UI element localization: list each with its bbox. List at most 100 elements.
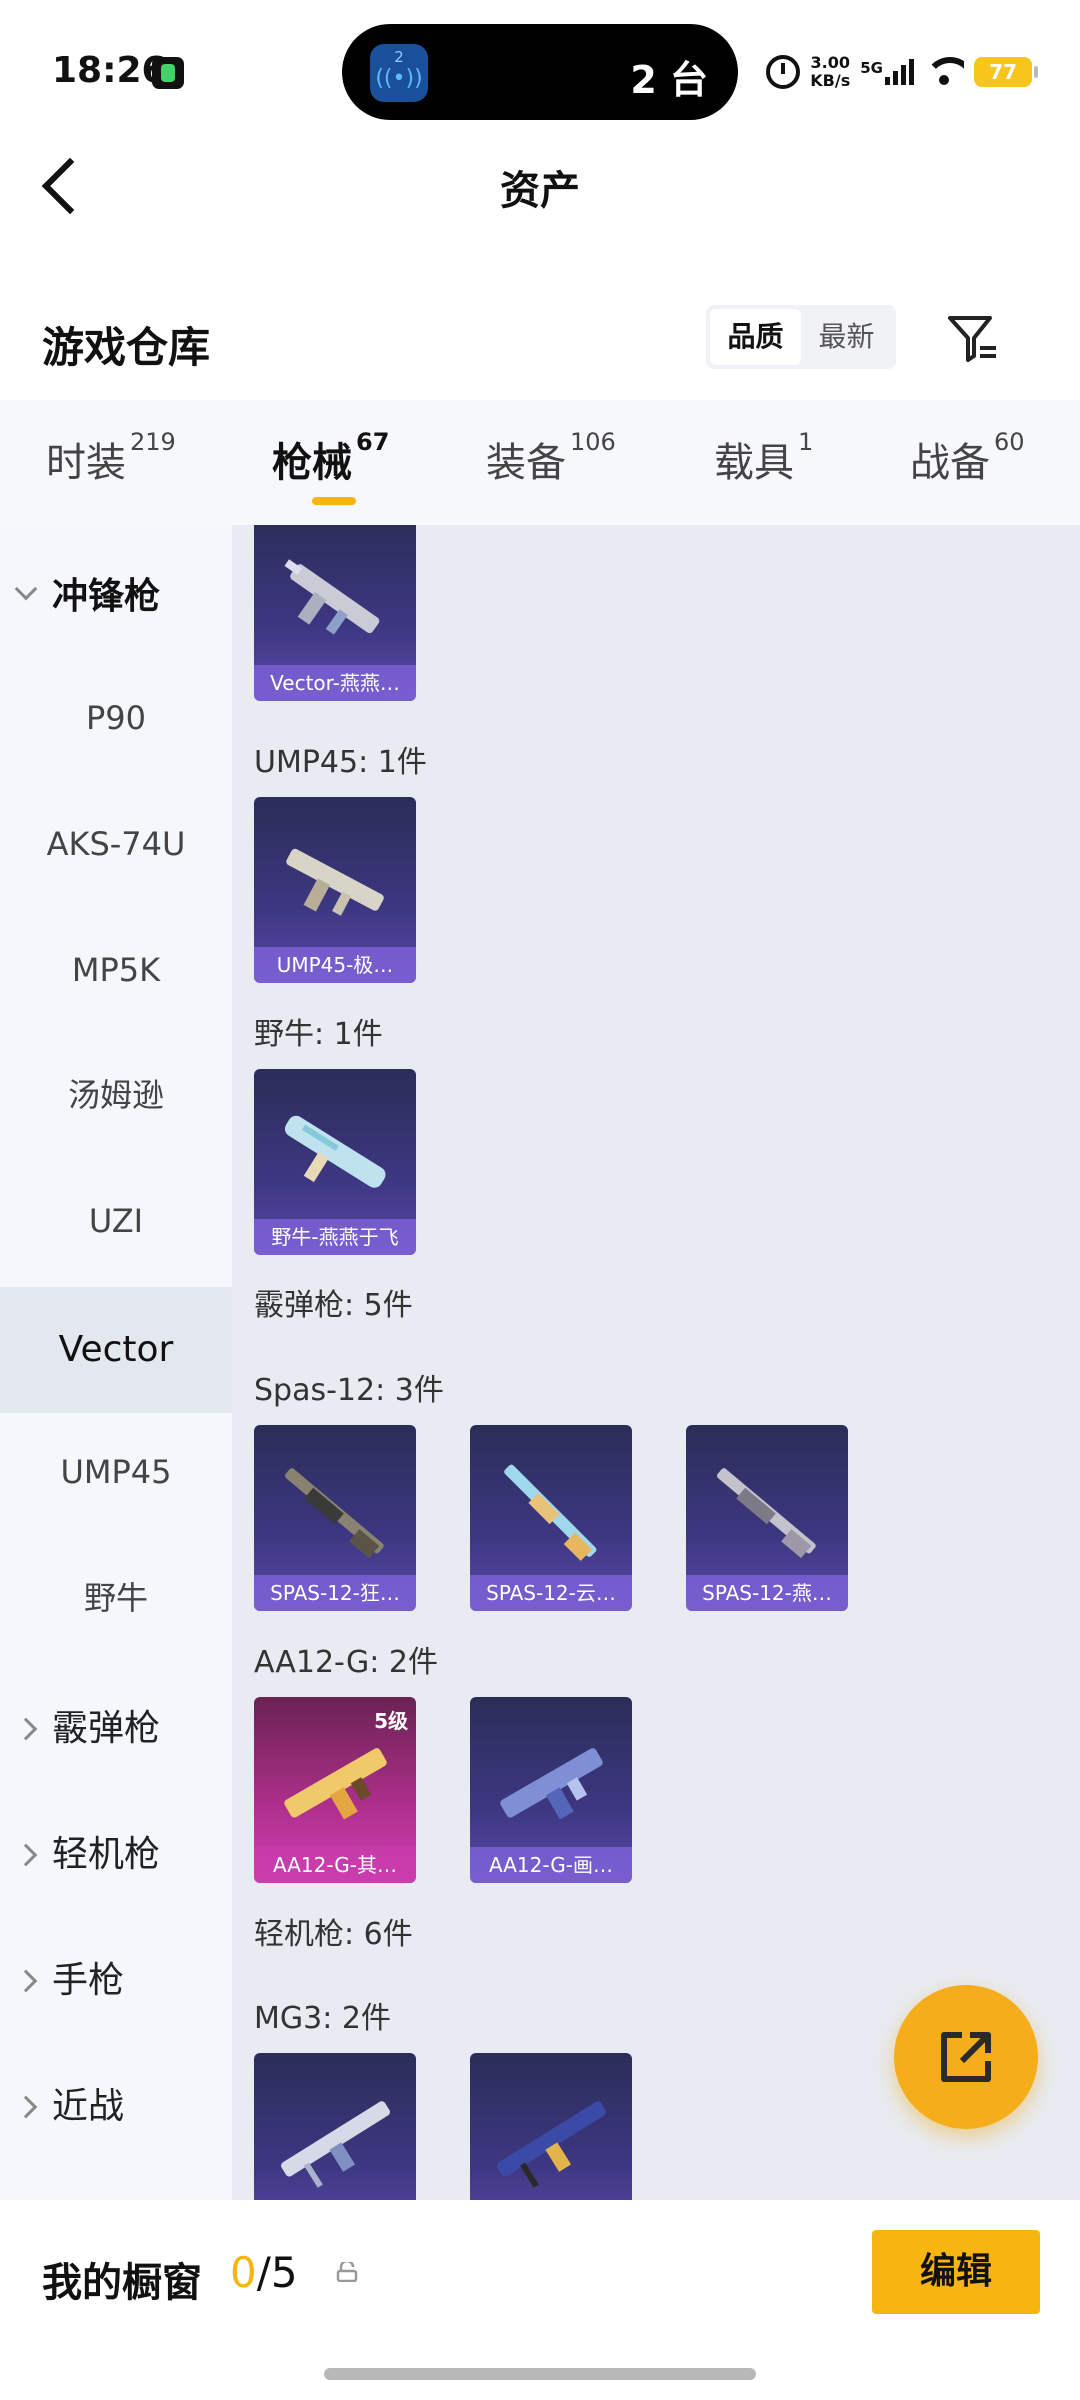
sidebar-item-mp5k[interactable]: MP5K: [0, 945, 232, 995]
weapon-card[interactable]: [470, 2053, 632, 2200]
group-label: 野牛: 1件: [254, 1017, 383, 1052]
weapon-card-label: UMP45-极…: [254, 947, 416, 983]
signal-icon: 5G: [860, 59, 914, 85]
weapon-card[interactable]: 野牛-燕燕于飞: [254, 1069, 416, 1255]
shotgun-icon: [284, 1748, 387, 1820]
page-title: 资产: [500, 168, 580, 214]
weapon-card[interactable]: SPAS-12-狂…: [254, 1425, 416, 1611]
sidebar-item-label: 轻机枪: [52, 1834, 161, 1875]
shotgun-icon: [504, 1464, 597, 1561]
sidebar-item-bison[interactable]: 野牛: [0, 1573, 232, 1623]
weapon-card[interactable]: 5级 AA12-G-其…: [254, 1697, 416, 1883]
weapon-card[interactable]: [254, 2053, 416, 2200]
sidebar-item-aks74u[interactable]: AKS-74U: [0, 819, 232, 869]
sidebar-item-uzi[interactable]: UZI: [0, 1196, 232, 1246]
group-label: MG3: 2件: [254, 2001, 391, 2036]
tab-equipment[interactable]: 装备 106: [486, 428, 616, 488]
tab-label: 载具: [714, 440, 794, 486]
tab-label: 枪械: [272, 440, 352, 486]
lmg-icon: [281, 2101, 390, 2188]
island-text: 2 台: [630, 58, 708, 102]
tab-count: 106: [570, 428, 616, 456]
weapon-card[interactable]: Vector-燕燕…: [254, 525, 416, 701]
tab-count: 60: [994, 428, 1025, 456]
lock-icon: [336, 2262, 358, 2282]
shotgun-icon: [716, 1468, 816, 1559]
active-tab-indicator: [312, 497, 356, 505]
status-icons: 3.00 KB/s 5G 77: [766, 50, 1038, 94]
filter-icon[interactable]: [944, 310, 1000, 366]
sidebar-category-pistol[interactable]: 手枪: [0, 1951, 232, 2011]
tab-count: 1: [798, 428, 814, 456]
network-type: 5G: [860, 59, 883, 77]
tab-label: 装备: [486, 440, 566, 486]
sidebar-category-melee[interactable]: 近战: [0, 2077, 232, 2137]
shotgun-icon: [500, 1748, 603, 1820]
island-badge: 2: [394, 48, 404, 66]
showcase-label: 我的橱窗: [42, 2260, 202, 2306]
sidebar-item-ump45[interactable]: UMP45: [0, 1447, 232, 1497]
dynamic-island[interactable]: 2 ((•)) 2 台: [342, 24, 738, 120]
sort-toggle: 品质 最新: [706, 305, 896, 369]
chevron-right-icon: [14, 2095, 38, 2119]
status-bar: 18:26 2 ((•)) 2 台 3.00 KB/s 5G 77: [0, 0, 1080, 140]
broadcast-icon: 2 ((•)): [370, 44, 428, 102]
tab-vehicles[interactable]: 载具 1: [714, 428, 814, 488]
sidebar-item-vector[interactable]: Vector: [0, 1287, 232, 1413]
category-tabs: 时装 219 枪械 67 装备 106 载具 1 战备 60: [0, 400, 1080, 525]
status-time: 18:26: [52, 50, 167, 91]
tab-firearms[interactable]: 枪械 67: [272, 428, 390, 488]
weapon-card[interactable]: SPAS-12-燕…: [686, 1425, 848, 1611]
chevron-down-icon: [14, 577, 38, 601]
weapon-card-label: AA12-G-其…: [254, 1847, 416, 1883]
sidebar-item-label: 手枪: [52, 1960, 125, 2001]
sidebar-category-lmg[interactable]: 轻机枪: [0, 1825, 232, 1885]
weapon-card-label: SPAS-12-云…: [470, 1575, 632, 1611]
chevron-right-icon: [14, 1843, 38, 1867]
sort-newest-option[interactable]: 最新: [801, 309, 892, 365]
weapon-card-label: 野牛-燕燕于飞: [254, 1219, 416, 1255]
tab-label: 时装: [46, 440, 126, 486]
weapon-card-label: AA12-G-画…: [470, 1847, 632, 1883]
sort-quality-option[interactable]: 品质: [710, 309, 801, 365]
tab-combat-gear[interactable]: 战备 60: [910, 428, 1025, 488]
warehouse-title: 游戏仓库: [42, 323, 211, 372]
net-speed: 3.00 KB/s: [810, 54, 850, 90]
weapon-card[interactable]: AA12-G-画…: [470, 1697, 632, 1883]
showcase-count: 0/5: [230, 2248, 298, 2297]
group-label: UMP45: 1件: [254, 745, 427, 780]
weapon-card-label: SPAS-12-燕…: [686, 1575, 848, 1611]
tab-count: 67: [356, 428, 390, 456]
edit-button[interactable]: 编辑: [872, 2230, 1040, 2314]
net-speed-value: 3.00: [810, 53, 850, 72]
sidebar-item-thompson[interactable]: 汤姆逊: [0, 1070, 232, 1120]
app-notification-icon: [152, 57, 184, 89]
sidebar-item-p90[interactable]: P90: [0, 693, 232, 743]
group-label: AA12-G: 2件: [254, 1645, 438, 1680]
weapon-card[interactable]: SPAS-12-云…: [470, 1425, 632, 1611]
chevron-right-icon: [14, 1717, 38, 1741]
weapon-category-sidebar: 冲锋枪 P90 AKS-74U MP5K 汤姆逊 UZI Vector UMP4…: [0, 525, 232, 2200]
external-link-icon: [941, 2032, 991, 2082]
battery-icon: 77: [974, 57, 1038, 87]
net-speed-unit: KB/s: [810, 71, 851, 90]
sidebar-category-smg[interactable]: 冲锋枪: [0, 567, 232, 627]
group-label: 轻机枪: 6件: [254, 1917, 413, 1952]
chevron-right-icon: [14, 1969, 38, 1993]
showcase-total: /5: [256, 2248, 298, 2297]
shotgun-icon: [284, 1468, 384, 1559]
tab-fashion[interactable]: 时装 219: [46, 428, 176, 488]
weapon-card[interactable]: UMP45-极…: [254, 797, 416, 983]
group-label: Spas-12: 3件: [254, 1373, 444, 1408]
share-button[interactable]: [894, 1985, 1038, 2129]
home-indicator[interactable]: [324, 2368, 756, 2380]
weapon-grid: Vector-燕燕… UMP45: 1件 UMP45-极… 野牛: 1件 野牛-…: [232, 525, 1080, 2200]
tab-count: 219: [130, 428, 176, 456]
weapon-card-label: SPAS-12-狂…: [254, 1575, 416, 1611]
lmg-icon: [497, 2101, 606, 2188]
sidebar-category-shotgun[interactable]: 霰弹枪: [0, 1699, 232, 1759]
smg-icon: [284, 1115, 386, 1188]
showcase-current: 0: [230, 2248, 257, 2297]
sidebar-item-label: 霰弹枪: [52, 1708, 161, 1749]
sidebar-item-label: 冲锋枪: [52, 576, 161, 617]
